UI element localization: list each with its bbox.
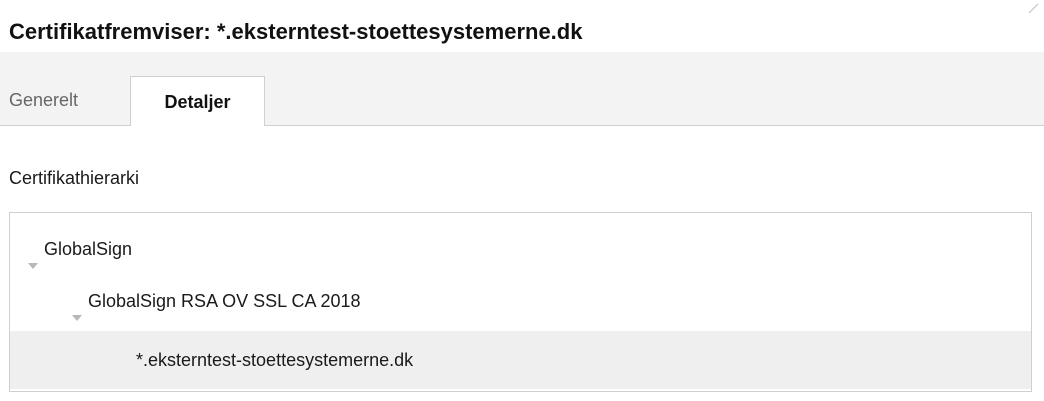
hierarchy-label: Certifikathierarki [9, 168, 140, 188]
tree-item-label: GlobalSign RSA OV SSL CA 2018 [88, 291, 361, 311]
tree-item-leaf[interactable]: *.eksterntest-stoettesystemerne.dk [10, 331, 1031, 389]
tree-item-root[interactable]: GlobalSign [10, 223, 1031, 275]
certificate-hierarchy-tree: GlobalSign GlobalSign RSA OV SSL CA 2018… [9, 212, 1032, 392]
triangle-down-icon[interactable] [70, 293, 84, 322]
certificate-viewer-window: Certifikatfremviser: *.eksterntest-stoet… [0, 0, 1044, 401]
tree-item-label: GlobalSign [44, 239, 133, 259]
resize-grip-icon[interactable] [1026, 2, 1040, 16]
triangle-down-icon[interactable] [26, 241, 40, 270]
tree-item-intermediate[interactable]: GlobalSign RSA OV SSL CA 2018 [10, 275, 1031, 327]
window-title: Certifikatfremviser: *.eksterntest-stoet… [9, 19, 583, 44]
tab-details[interactable]: Detaljer [130, 76, 265, 127]
title-bar: Certifikatfremviser: *.eksterntest-stoet… [0, 0, 1044, 52]
tab-strip: Generelt Detaljer [0, 52, 1044, 127]
tree-item-label: *.eksterntest-stoettesystemerne.dk [136, 350, 414, 370]
details-panel: Certifikathierarki GlobalSign GlobalSign… [0, 126, 1044, 401]
tab-general[interactable]: Generelt [9, 76, 129, 125]
